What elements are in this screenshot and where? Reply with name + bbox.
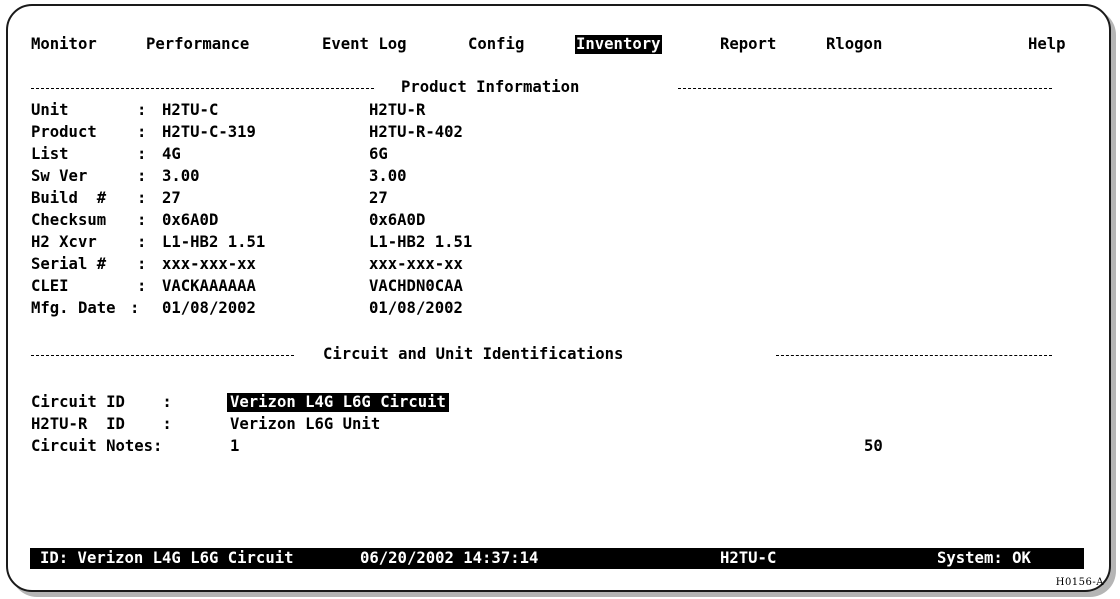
row-value-c: VACKAAAAAA [162, 277, 256, 295]
row-value-c: 27 [162, 189, 181, 207]
status-unit: H2TU-C [720, 549, 777, 567]
status-bar: ID: Verizon L4G L6G Circuit 06/20/2002 1… [30, 548, 1084, 569]
status-datetime: 06/20/2002 14:37:14 [360, 549, 539, 567]
circuit-rule-right [776, 355, 1052, 356]
row-value-c: L1-HB2 1.51 [162, 233, 266, 251]
row-label: Unit [31, 101, 125, 119]
row-value-r: 0x6A0D [369, 211, 426, 229]
row-colon: : [137, 211, 147, 229]
row-value-c: 4G [162, 145, 181, 163]
row-value-r: 27 [369, 189, 388, 207]
row-colon: : [137, 145, 147, 163]
menu-rlogon[interactable]: Rlogon [826, 35, 882, 54]
circuit-section-title: Circuit and Unit Identifications [323, 345, 624, 363]
row-value-c: 3.00 [162, 167, 200, 185]
terminal-screen: Monitor Performance Event Log Config Inv… [0, 0, 1120, 599]
menu-help[interactable]: Help [1028, 35, 1066, 54]
row-value-c: H2TU-C-319 [162, 123, 256, 141]
status-circuit-id: ID: Verizon L4G L6G Circuit [40, 549, 294, 567]
circuit-notes-max: 50 [864, 437, 883, 455]
row-colon: : [137, 167, 147, 185]
row-colon: : [137, 233, 147, 251]
row-colon: : [130, 299, 140, 317]
circuit-id-label: Circuit ID : [31, 393, 172, 411]
row-label: Sw Ver [31, 167, 125, 185]
circuit-notes-label: Circuit Notes: [31, 437, 163, 455]
row-label: H2 Xcvr [31, 233, 125, 251]
menu-monitor[interactable]: Monitor [31, 35, 97, 54]
row-label: Mfg. Date [31, 299, 116, 317]
row-value-r: H2TU-R-402 [369, 123, 463, 141]
row-colon: : [137, 101, 147, 119]
row-label: CLEI [31, 277, 125, 295]
row-value-c: 01/08/2002 [162, 299, 256, 317]
menu-config[interactable]: Config [468, 35, 524, 54]
circuit-rule-left [31, 355, 294, 356]
row-value-r: 01/08/2002 [369, 299, 463, 317]
row-colon: : [137, 189, 147, 207]
row-label: Checksum [31, 211, 125, 229]
unit-id-field[interactable]: Verizon L6G Unit [230, 415, 380, 434]
row-colon: : [137, 255, 147, 273]
row-value-c: xxx-xxx-xx [162, 255, 256, 273]
row-label: Product [31, 123, 125, 141]
circuit-id-field[interactable]: Verizon L4G L6G Circuit [227, 393, 449, 412]
menu-inventory[interactable]: Inventory [575, 35, 662, 54]
row-value-r: 6G [369, 145, 388, 163]
row-colon: : [137, 123, 147, 141]
row-value-c: 0x6A0D [162, 211, 219, 229]
row-value-c: H2TU-C [162, 101, 219, 119]
section-rule-left [31, 88, 374, 89]
menu-event-log[interactable]: Event Log [322, 35, 407, 54]
circuit-notes-field[interactable]: 1 [230, 437, 239, 456]
row-colon: : [137, 277, 147, 295]
product-section-title: Product Information [401, 78, 580, 96]
row-label: List [31, 145, 125, 163]
figure-tag: H0156-A [1055, 577, 1104, 588]
row-label: Build # [31, 189, 125, 207]
status-system: System: OK [937, 549, 1031, 567]
row-value-r: 3.00 [369, 167, 407, 185]
row-value-r: VACHDN0CAA [369, 277, 463, 295]
row-value-r: H2TU-R [369, 101, 426, 119]
unit-id-label: H2TU-R ID : [31, 415, 172, 433]
menu-report[interactable]: Report [720, 35, 776, 54]
row-value-r: L1-HB2 1.51 [369, 233, 473, 251]
row-value-r: xxx-xxx-xx [369, 255, 463, 273]
row-label: Serial # [31, 255, 125, 273]
section-rule-right [678, 88, 1052, 89]
menu-performance[interactable]: Performance [146, 35, 249, 54]
